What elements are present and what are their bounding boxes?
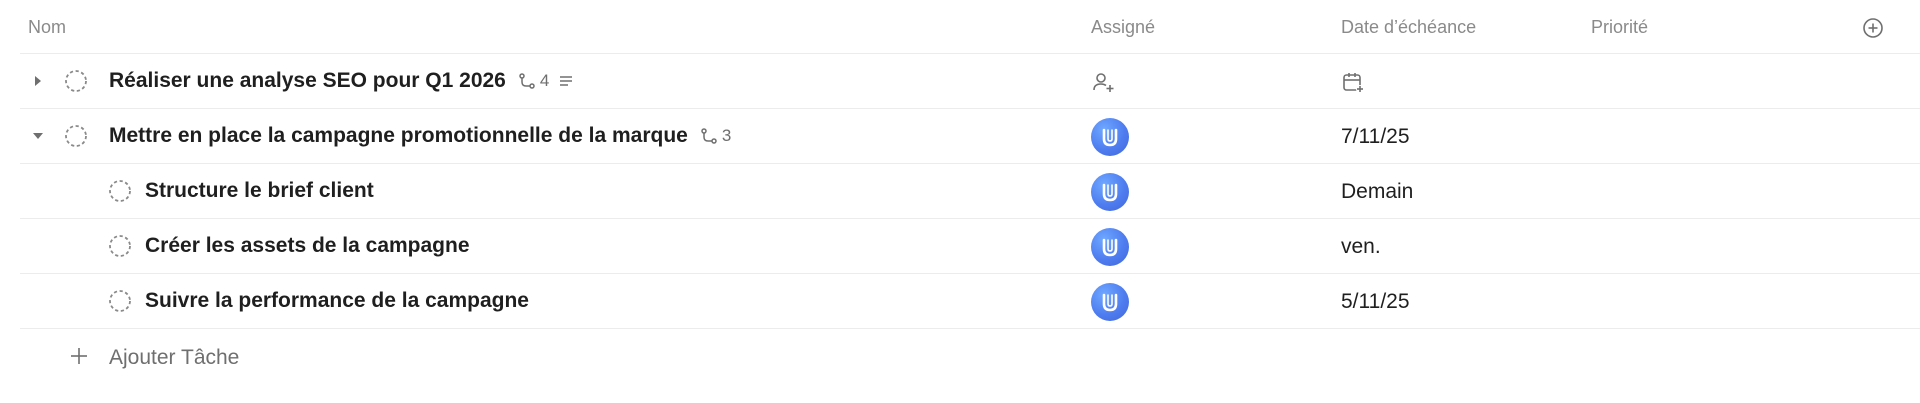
due-date[interactable]: 7/11/25 (1341, 125, 1410, 149)
assignee-avatar[interactable] (1091, 173, 1129, 211)
task-title-wrap[interactable]: Créer les assets de la campagne (145, 234, 470, 258)
subtask-row[interactable]: Suivre la performance de la campagne 5/1… (20, 274, 1920, 329)
task-title-wrap[interactable]: Suivre la performance de la campagne (145, 289, 529, 313)
user-logo-icon (1102, 183, 1118, 202)
task-title-wrap[interactable]: Structure le brief client (145, 179, 374, 203)
add-column-icon[interactable] (1861, 16, 1885, 40)
subtask-count-value: 3 (721, 126, 732, 145)
assignee-avatar[interactable] (1091, 118, 1129, 156)
subtask-count[interactable]: 3 (700, 126, 731, 146)
subtask-row[interactable]: Structure le brief client Demain (20, 164, 1920, 219)
add-due-date-icon[interactable] (1341, 70, 1365, 94)
user-logo-icon (1102, 293, 1118, 312)
plus-icon[interactable] (68, 345, 90, 367)
column-header-due-date[interactable]: Date d’échéance (1341, 17, 1476, 38)
subtasks-icon (701, 128, 717, 144)
subtask-count-value: 4 (539, 71, 550, 90)
task-title[interactable]: Suivre la performance de la campagne (145, 289, 529, 313)
task-row[interactable]: Mettre en place la campagne promotionnel… (20, 109, 1920, 164)
task-status-icon[interactable] (64, 69, 88, 93)
subtask-row[interactable]: Créer les assets de la campagne ven. (20, 219, 1920, 274)
task-status-icon[interactable] (108, 289, 132, 313)
assignee-avatar[interactable] (1091, 228, 1129, 266)
column-header-name[interactable]: Nom (28, 17, 66, 38)
collapse-caret-icon[interactable] (30, 128, 46, 144)
task-title[interactable]: Structure le brief client (145, 179, 374, 203)
task-title[interactable]: Mettre en place la campagne promotionnel… (109, 124, 688, 148)
add-assignee-icon[interactable] (1091, 70, 1115, 94)
subtasks-icon (519, 73, 535, 89)
task-title[interactable]: Réaliser une analyse SEO pour Q1 2026 (109, 69, 506, 93)
description-icon (560, 76, 573, 86)
expand-caret-icon[interactable] (30, 73, 46, 89)
task-row[interactable]: Réaliser une analyse SEO pour Q1 2026 4 (20, 54, 1920, 109)
assignee-avatar[interactable] (1091, 283, 1129, 321)
column-header-priority[interactable]: Priorité (1591, 17, 1648, 38)
due-date[interactable]: Demain (1341, 180, 1413, 204)
task-title[interactable]: Créer les assets de la campagne (145, 234, 470, 258)
task-title-wrap[interactable]: Réaliser une analyse SEO pour Q1 2026 4 (109, 69, 575, 93)
task-status-icon[interactable] (64, 124, 88, 148)
task-table: Nom Assigné Date d’échéance Priorité Réa… (20, 0, 1920, 383)
add-task-row[interactable]: Ajouter Tâche (20, 329, 1920, 383)
due-date[interactable]: 5/11/25 (1341, 290, 1410, 314)
subtask-count[interactable]: 4 (518, 71, 549, 91)
column-header-assignee[interactable]: Assigné (1091, 17, 1155, 38)
add-task-button[interactable]: Ajouter Tâche (109, 346, 239, 370)
due-date[interactable]: ven. (1341, 235, 1381, 259)
task-title-wrap[interactable]: Mettre en place la campagne promotionnel… (109, 124, 731, 148)
user-logo-icon (1102, 128, 1118, 147)
task-status-icon[interactable] (108, 234, 132, 258)
table-header: Nom Assigné Date d’échéance Priorité (20, 0, 1920, 54)
task-status-icon[interactable] (108, 179, 132, 203)
user-logo-icon (1102, 238, 1118, 257)
